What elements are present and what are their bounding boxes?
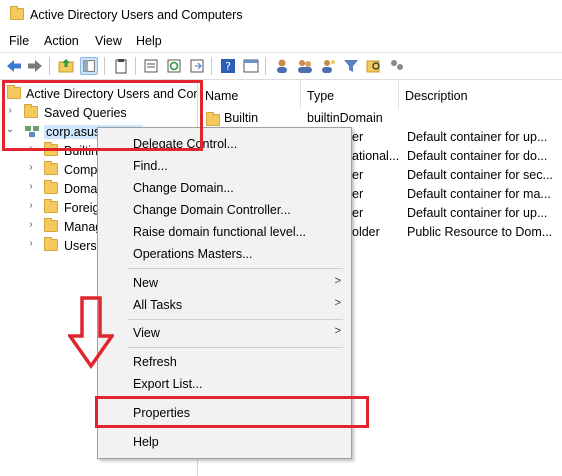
cell-description: Public Resource to Dom... (407, 225, 553, 239)
filter-icon[interactable] (342, 57, 360, 75)
menu-item-label: View (133, 326, 160, 340)
back-arrow-icon[interactable] (5, 57, 23, 75)
group-icon[interactable] (388, 57, 406, 75)
cell-type: er (352, 130, 364, 144)
menu-item-label: Change Domain Controller... (133, 203, 291, 217)
refresh-icon[interactable] (165, 57, 183, 75)
chevron-right-icon[interactable]: › (26, 238, 36, 249)
menu-action[interactable]: Action (44, 34, 79, 48)
menu-item-label: Change Domain... (133, 181, 234, 195)
menu-item-label: Operations Masters... (133, 247, 253, 261)
menu-item-label: Find... (133, 159, 168, 173)
column-header-name[interactable]: Name (199, 81, 301, 109)
cell-description: Default container for up... (407, 206, 548, 220)
folder-icon (44, 161, 58, 175)
menu-separator (128, 347, 343, 348)
menu-help[interactable]: Help (136, 34, 162, 48)
up-folder-icon[interactable] (57, 57, 75, 75)
cell-type: older (352, 225, 380, 239)
folder-icon (206, 112, 220, 126)
folder-icon (44, 199, 58, 213)
cell-type: builtinDomain (307, 111, 383, 125)
help-icon[interactable]: ? (219, 57, 237, 75)
chevron-right-icon[interactable]: › (26, 200, 36, 211)
menu-separator (128, 319, 343, 320)
folder-icon (44, 180, 58, 194)
properties-icon[interactable] (142, 57, 160, 75)
folder-icon (44, 237, 58, 251)
show-hide-console-tree-icon[interactable] (80, 57, 98, 75)
menu-item-refresh[interactable]: Refresh (98, 351, 351, 371)
menu-item-change-domain-controller[interactable]: Change Domain Controller... (98, 199, 351, 219)
submenu-arrow-icon: > (334, 325, 341, 337)
menu-item-find[interactable]: Find... (98, 155, 351, 175)
column-header-description[interactable]: Description (399, 81, 562, 109)
menu-bar: File Action View Help (0, 31, 562, 51)
cell-type: ational... (352, 149, 400, 163)
forward-arrow-icon[interactable] (26, 57, 44, 75)
highlight-box-domain (2, 80, 203, 151)
window-title: Active Directory Users and Computers (30, 8, 243, 22)
menu-item-export-list[interactable]: Export List... (98, 373, 351, 393)
cell-type: er (352, 206, 364, 220)
menu-item-label: New (133, 276, 159, 290)
title-bar: Active Directory Users and Computers (0, 0, 562, 30)
cell-type: er (352, 187, 364, 201)
menu-item-raise-functional-level[interactable]: Raise domain functional level... (98, 221, 351, 241)
highlight-box-properties (95, 396, 369, 428)
menu-item-help[interactable]: Help (98, 431, 351, 451)
menu-separator (128, 268, 343, 269)
column-header-type[interactable]: Type (301, 81, 399, 109)
folder-icon (44, 218, 58, 232)
menu-item-label: All Tasks (133, 298, 183, 312)
chevron-right-icon[interactable]: › (26, 181, 36, 192)
chevron-right-icon[interactable]: › (26, 219, 36, 230)
menu-item-all-tasks[interactable]: All Tasks > (98, 294, 351, 314)
menu-item-label: Refresh (133, 355, 177, 369)
cell-description: Default container for do... (407, 149, 548, 163)
cell-name: Builtin (224, 111, 259, 125)
menu-item-label: Raise domain functional level... (133, 225, 307, 239)
menu-item-label: Help (133, 435, 159, 449)
toolbar: ? (0, 52, 562, 80)
console-icon[interactable] (242, 57, 260, 75)
delegate-icon[interactable] (319, 57, 337, 75)
submenu-arrow-icon: > (334, 275, 341, 287)
down-arrow-icon (68, 296, 114, 370)
export-list-icon[interactable] (188, 57, 206, 75)
cell-type: er (352, 168, 364, 182)
menu-file[interactable]: File (9, 34, 29, 48)
folder-icon (10, 6, 24, 20)
clipboard-icon[interactable] (112, 57, 130, 75)
user-icon[interactable] (273, 57, 291, 75)
menu-item-change-domain[interactable]: Change Domain... (98, 177, 351, 197)
menu-item-view[interactable]: View > (98, 322, 351, 342)
users-icon[interactable] (296, 57, 314, 75)
find-icon[interactable] (365, 57, 383, 75)
submenu-arrow-icon: > (334, 297, 341, 309)
cell-description: Default container for sec... (407, 168, 553, 182)
tree-item-label: Users (64, 239, 97, 253)
chevron-right-icon[interactable]: › (26, 162, 36, 173)
cell-description: Default container for ma... (407, 187, 551, 201)
menu-item-new[interactable]: New > (98, 272, 351, 292)
menu-item-operations-masters[interactable]: Operations Masters... (98, 243, 351, 263)
menu-view[interactable]: View (95, 34, 122, 48)
cell-description: Default container for up... (407, 130, 548, 144)
svg-text:?: ? (225, 60, 231, 73)
menu-item-label: Export List... (133, 377, 203, 391)
